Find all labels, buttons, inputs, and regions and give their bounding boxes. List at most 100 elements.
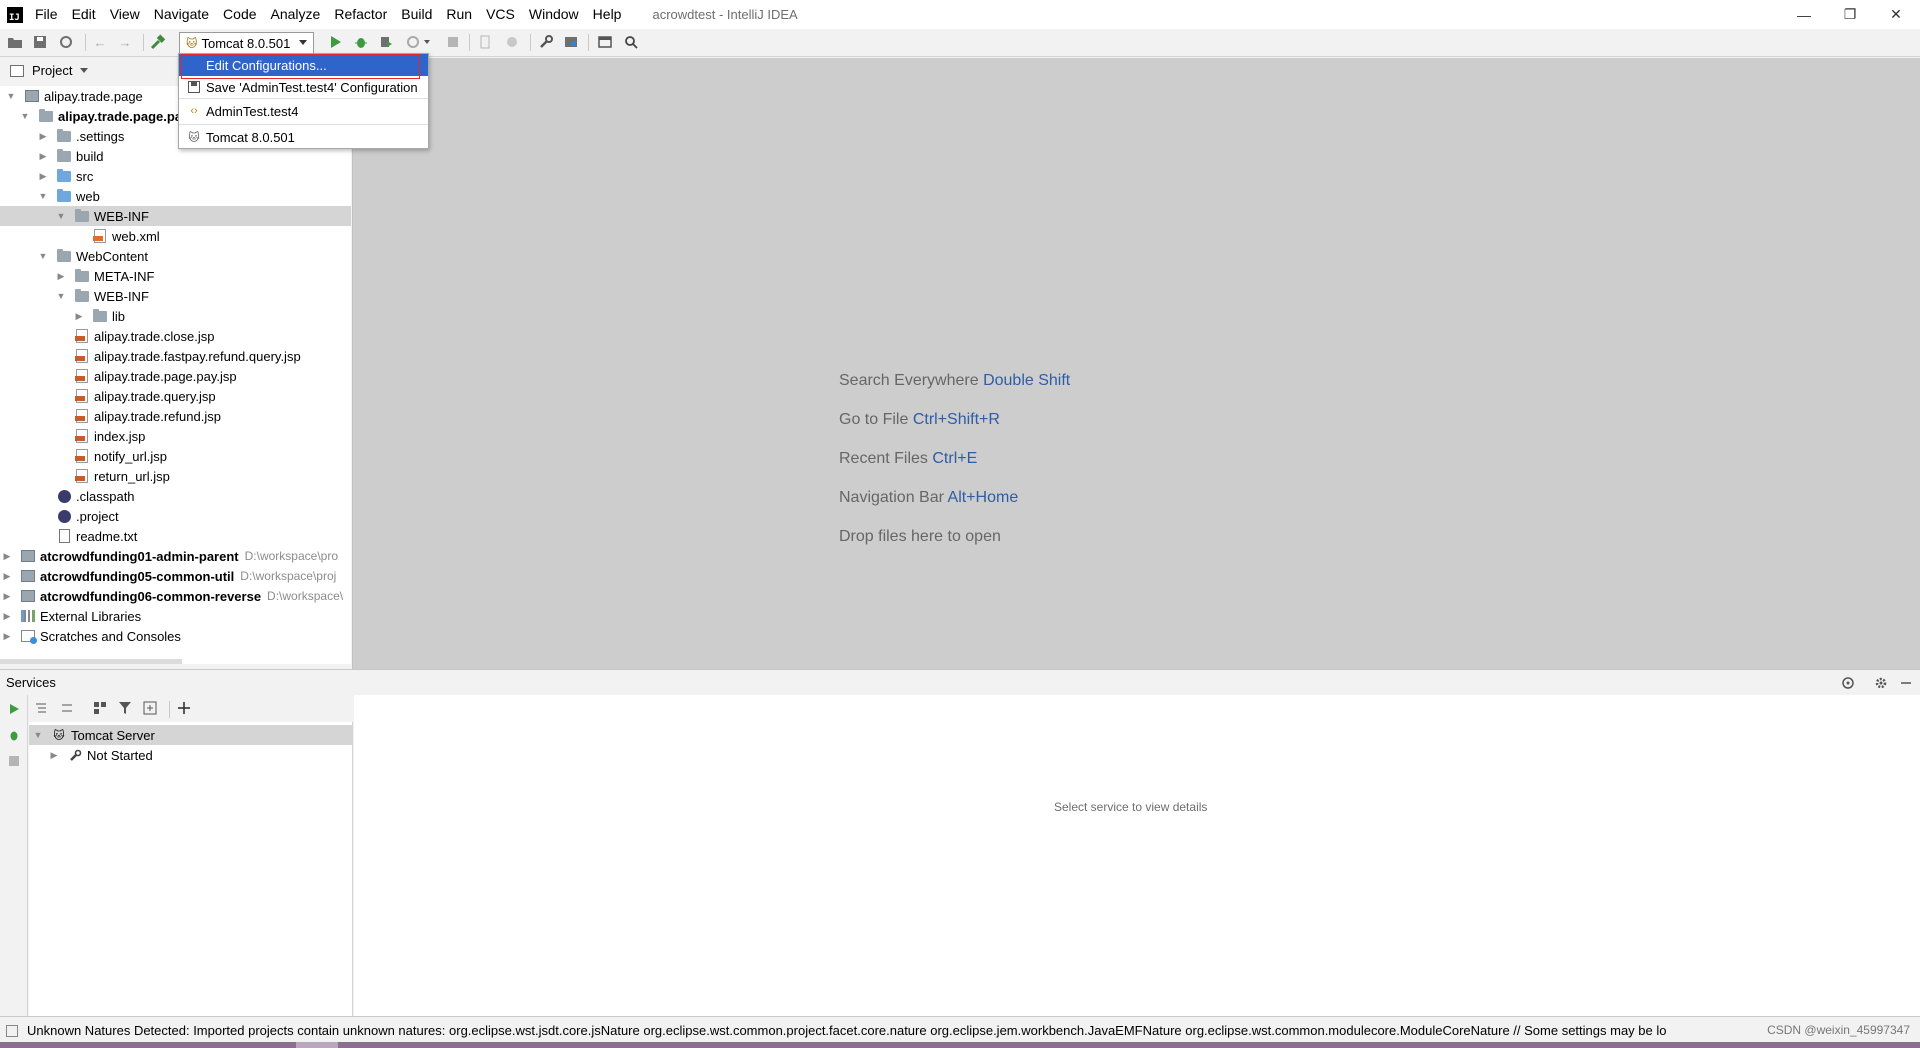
add-service-icon[interactable] <box>176 700 192 716</box>
expand-arrow-icon[interactable]: ▼ <box>56 291 66 301</box>
tree-item-web-inf-2[interactable]: ▼ WEB-INF <box>0 286 351 306</box>
expand-all-icon[interactable] <box>33 700 49 716</box>
collapse-arrow-icon[interactable]: ▶ <box>38 171 48 181</box>
terminal-window-icon[interactable] <box>596 33 614 51</box>
menu-view[interactable]: View <box>103 0 147 29</box>
expand-arrow-icon[interactable]: ▼ <box>20 111 30 121</box>
run-configuration-combo[interactable]: 🐱 Tomcat 8.0.501 <box>179 32 314 54</box>
group-by-icon[interactable] <box>92 700 108 716</box>
expand-arrow-icon[interactable]: ▼ <box>33 730 43 740</box>
menu-file[interactable]: File <box>35 0 65 29</box>
chevron-down-icon[interactable] <box>80 68 89 73</box>
run-icon[interactable] <box>6 701 22 717</box>
status-message[interactable]: Unknown Natures Detected: Imported proje… <box>27 1023 1667 1038</box>
attach-debugger-icon[interactable] <box>476 33 494 51</box>
tree-item-scratches[interactable]: ▶ Scratches and Consoles <box>0 626 351 646</box>
tree-item-external-libraries[interactable]: ▶ External Libraries <box>0 606 351 626</box>
save-all-icon[interactable] <box>31 33 49 51</box>
close-button[interactable]: ✕ <box>1873 0 1919 29</box>
menu-edit[interactable]: Edit <box>65 0 103 29</box>
tree-item-jsp[interactable]: alipay.trade.refund.jsp <box>0 406 351 426</box>
open-folder-icon[interactable] <box>6 33 24 51</box>
tree-item-jsp[interactable]: notify_url.jsp <box>0 446 351 466</box>
tree-item-jsp[interactable]: alipay.trade.close.jsp <box>0 326 351 346</box>
popup-item-edit-configurations[interactable]: Edit Configurations... <box>179 54 428 76</box>
synchronize-icon[interactable] <box>57 33 75 51</box>
profiler-dropdown-icon[interactable] <box>405 33 433 51</box>
stop-icon[interactable] <box>6 753 22 769</box>
collapse-arrow-icon[interactable]: ▶ <box>74 311 84 321</box>
run-icon[interactable] <box>326 33 344 51</box>
update-app-icon[interactable] <box>503 33 521 51</box>
tree-item-src[interactable]: ▶ src <box>0 166 351 186</box>
tree-item-jsp[interactable]: return_url.jsp <box>0 466 351 486</box>
run-with-coverage-icon[interactable] <box>377 33 395 51</box>
tree-item-readme[interactable]: readme.txt <box>0 526 351 546</box>
popup-item-admintest[interactable]: ‹› AdminTest.test4 <box>179 100 428 122</box>
tree-item-web-xml[interactable]: web.xml <box>0 226 351 246</box>
collapse-arrow-icon[interactable]: ▶ <box>2 611 12 621</box>
tree-item-common-util[interactable]: ▶ atcrowdfunding05-common-util D:\worksp… <box>0 566 351 586</box>
tree-item-jsp[interactable]: alipay.trade.page.pay.jsp <box>0 366 351 386</box>
minimize-button[interactable]: — <box>1781 0 1827 29</box>
tree-item-lib[interactable]: ▶ lib <box>0 306 351 326</box>
tree-item-jsp[interactable]: index.jsp <box>0 426 351 446</box>
menu-refactor[interactable]: Refactor <box>327 0 394 29</box>
menu-code[interactable]: Code <box>216 0 263 29</box>
project-structure-icon[interactable] <box>562 33 580 51</box>
tree-item-web[interactable]: ▼ web <box>0 186 351 206</box>
service-not-started[interactable]: ▶ Not Started <box>29 745 352 765</box>
menu-navigate[interactable]: Navigate <box>147 0 216 29</box>
collapse-arrow-icon[interactable]: ▶ <box>49 750 59 760</box>
debug-icon[interactable] <box>352 33 370 51</box>
popup-item-save-configuration[interactable]: Save 'AdminTest.test4' Configuration <box>179 76 428 98</box>
stop-icon[interactable] <box>444 33 462 51</box>
search-icon[interactable] <box>622 33 640 51</box>
tree-item-web-inf[interactable]: ▼ WEB-INF <box>0 206 351 226</box>
debug-icon[interactable] <box>6 727 22 743</box>
collapse-arrow-icon[interactable]: ▶ <box>2 551 12 561</box>
tree-item-common-reverse[interactable]: ▶ atcrowdfunding06-common-reverse D:\wor… <box>0 586 351 606</box>
expand-arrow-icon[interactable]: ▼ <box>38 251 48 261</box>
back-arrow-icon[interactable]: ← <box>91 33 109 51</box>
tree-item-project-file[interactable]: .project <box>0 506 351 526</box>
expand-arrow-icon[interactable]: ▼ <box>56 211 66 221</box>
service-tomcat-server[interactable]: ▼ 🐱 Tomcat Server <box>29 725 352 745</box>
menu-vcs[interactable]: VCS <box>479 0 522 29</box>
popup-item-tomcat[interactable]: 🐱 Tomcat 8.0.501 <box>179 126 428 148</box>
expand-arrow-icon[interactable]: ▼ <box>38 191 48 201</box>
collapse-arrow-icon[interactable]: ▶ <box>2 631 12 641</box>
expand-arrow-icon[interactable]: ▼ <box>6 91 16 101</box>
menu-analyze[interactable]: Analyze <box>264 0 328 29</box>
editor-empty-area[interactable]: Search Everywhere Double Shift Go to Fil… <box>352 58 1920 669</box>
target-icon[interactable] <box>1840 675 1856 691</box>
menu-build[interactable]: Build <box>394 0 439 29</box>
collapse-arrow-icon[interactable]: ▶ <box>2 591 12 601</box>
maximize-button[interactable]: ❐ <box>1827 0 1873 29</box>
tree-item-meta-inf[interactable]: ▶ META-INF <box>0 266 351 286</box>
collapse-arrow-icon[interactable]: ▶ <box>38 131 48 141</box>
filter-icon[interactable] <box>117 700 133 716</box>
tree-item-build[interactable]: ▶ build <box>0 146 351 166</box>
collapse-all-icon[interactable] <box>59 700 75 716</box>
tree-item-classpath[interactable]: .classpath <box>0 486 351 506</box>
minimize-panel-icon[interactable] <box>1898 675 1914 691</box>
new-tab-icon[interactable] <box>142 700 158 716</box>
tree-item-webcontent[interactable]: ▼ WebContent <box>0 246 351 266</box>
menu-run[interactable]: Run <box>439 0 479 29</box>
tree-item-jsp[interactable]: alipay.trade.query.jsp <box>0 386 351 406</box>
status-layout-icon[interactable] <box>6 1025 18 1037</box>
menu-help[interactable]: Help <box>586 0 629 29</box>
gear-icon[interactable] <box>1873 675 1889 691</box>
folder-icon <box>38 108 54 123</box>
tree-item-admin-parent[interactable]: ▶ atcrowdfunding01-admin-parent D:\works… <box>0 546 351 566</box>
horizontal-scrollbar[interactable] <box>0 659 182 664</box>
collapse-arrow-icon[interactable]: ▶ <box>38 151 48 161</box>
collapse-arrow-icon[interactable]: ▶ <box>2 571 12 581</box>
forward-arrow-icon[interactable]: → <box>116 33 134 51</box>
collapse-arrow-icon[interactable]: ▶ <box>56 271 66 281</box>
settings-wrench-icon[interactable] <box>537 33 555 51</box>
build-hammer-icon[interactable] <box>149 33 167 51</box>
menu-window[interactable]: Window <box>522 0 586 29</box>
tree-item-jsp[interactable]: alipay.trade.fastpay.refund.query.jsp <box>0 346 351 366</box>
